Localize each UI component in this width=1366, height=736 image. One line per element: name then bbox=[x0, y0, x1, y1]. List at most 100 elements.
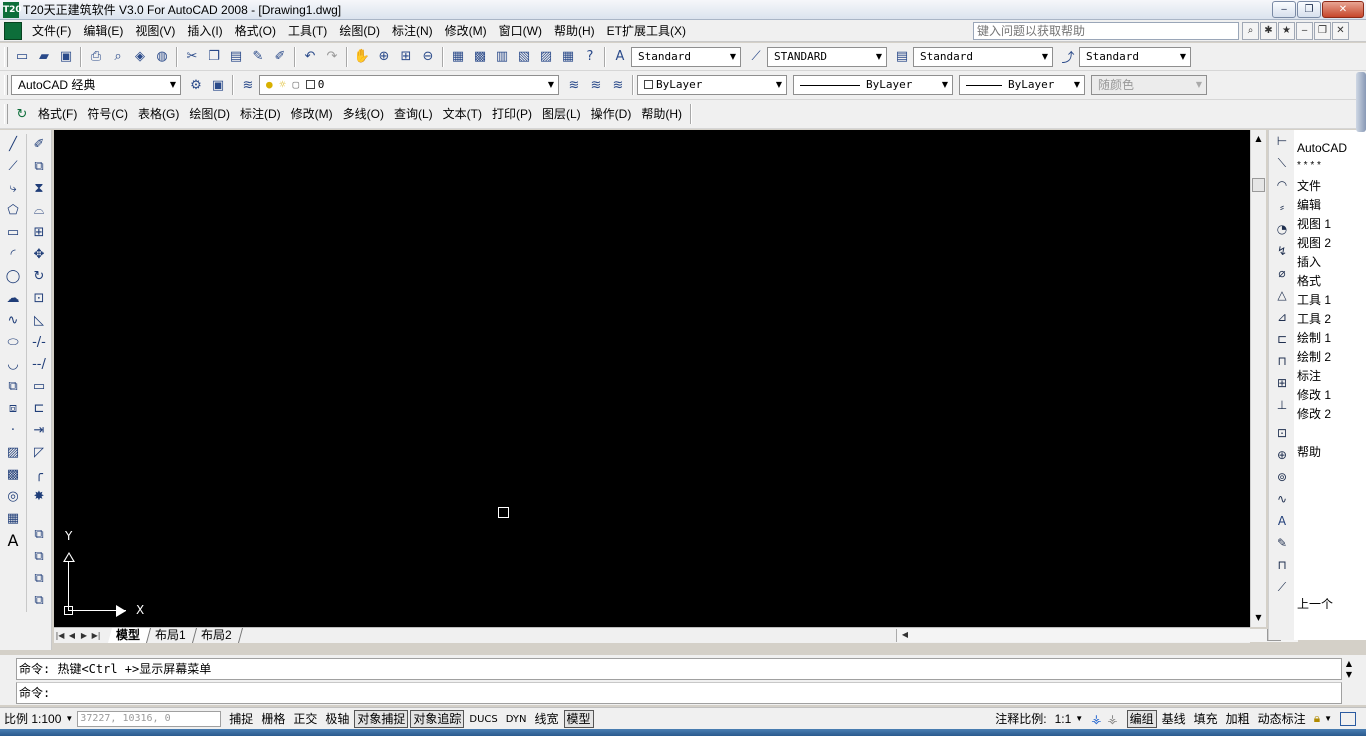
rotate-icon[interactable]: ↻ bbox=[27, 266, 51, 288]
screen-menu-draw1[interactable]: 绘制 1 bbox=[1297, 330, 1331, 346]
tab-layout1[interactable]: 布局1 bbox=[147, 628, 197, 643]
last-tab-icon[interactable]: ▶| bbox=[90, 629, 102, 643]
copy-object-icon[interactable]: ⧉ bbox=[27, 156, 51, 178]
jogged-dimension-icon[interactable]: ↯ bbox=[1270, 240, 1294, 262]
point-icon[interactable]: · bbox=[1, 420, 25, 442]
side-gadget-handle[interactable] bbox=[1356, 72, 1366, 132]
match-properties-icon[interactable]: ✎ bbox=[247, 46, 269, 68]
bold-toggle[interactable]: 加粗 bbox=[1223, 710, 1253, 728]
scroll-left-icon[interactable]: ◀ bbox=[899, 628, 911, 642]
bring-above-icon[interactable]: ⧉ bbox=[27, 590, 51, 612]
group-toggle[interactable]: 编组 bbox=[1126, 709, 1157, 728]
chevron-down-icon[interactable]: ▼ bbox=[1324, 714, 1332, 723]
array-icon[interactable]: ⊞ bbox=[27, 222, 51, 244]
tz-menu-symbol[interactable]: 符号(C) bbox=[82, 102, 133, 126]
break-icon[interactable]: ⊏ bbox=[27, 398, 51, 420]
chevron-down-icon[interactable]: ▼ bbox=[1075, 714, 1083, 723]
tianzheng-logo-icon[interactable]: ↻ bbox=[11, 103, 33, 125]
menu-dimension[interactable]: 标注(N) bbox=[386, 20, 439, 42]
layer-manager-icon[interactable]: ≋ bbox=[237, 74, 259, 96]
copy-icon[interactable]: ❐ bbox=[203, 46, 225, 68]
explode-icon[interactable]: ✸ bbox=[27, 486, 51, 508]
tool-palettes-icon[interactable]: ▥ bbox=[491, 46, 513, 68]
multileader-style-select[interactable]: Standard ▼ bbox=[1079, 46, 1191, 67]
tab-layout2[interactable]: 布局2 bbox=[192, 628, 243, 643]
join-icon[interactable]: ⇥ bbox=[27, 420, 51, 442]
tz-menu-operation[interactable]: 操作(D) bbox=[586, 102, 637, 126]
baseline-toggle[interactable]: 基线 bbox=[1159, 710, 1189, 728]
screen-menu-draw2[interactable]: 绘制 2 bbox=[1297, 349, 1331, 365]
offset-icon[interactable]: ⌓ bbox=[27, 200, 51, 222]
rectangle-icon[interactable]: ▭ bbox=[1, 222, 25, 244]
minimize-button[interactable]: ‒ bbox=[1272, 1, 1296, 18]
screen-menu-modify2[interactable]: 修改 2 bbox=[1297, 406, 1331, 422]
tz-menu-dimension[interactable]: 标注(D) bbox=[235, 102, 286, 126]
menu-file[interactable]: 文件(F) bbox=[26, 20, 77, 42]
help-icon[interactable]: ? bbox=[579, 46, 601, 68]
toolbar-grip[interactable] bbox=[4, 46, 8, 67]
otrack-toggle[interactable]: 对象追踪 bbox=[410, 709, 465, 728]
lineweight-select[interactable]: ByLayer ▼ bbox=[959, 75, 1085, 95]
tz-menu-print[interactable]: 打印(P) bbox=[487, 102, 537, 126]
print-preview-icon[interactable]: ⌕ bbox=[107, 46, 129, 68]
block-editor-icon[interactable]: ✐ bbox=[269, 46, 291, 68]
dimension-style-icon[interactable]: ⟋ bbox=[1270, 576, 1294, 598]
coordinate-display[interactable]: 37227, 10316, 0 bbox=[77, 710, 222, 727]
spline-icon[interactable]: ∿ bbox=[1, 310, 25, 332]
move-icon[interactable]: ✥ bbox=[27, 244, 51, 266]
print-icon[interactable]: ⎙ bbox=[85, 46, 107, 68]
workspace-select[interactable]: AutoCAD 经典 ▼ bbox=[11, 75, 181, 95]
multileader-style-icon[interactable]: ⤴ bbox=[1057, 46, 1079, 68]
tz-menu-table[interactable]: 表格(G) bbox=[133, 102, 184, 126]
screen-menu-modify1[interactable]: 修改 1 bbox=[1297, 387, 1331, 403]
scroll-down-icon[interactable]: ▼ bbox=[1251, 611, 1266, 625]
construction-line-icon[interactable]: ⟋ bbox=[1, 156, 25, 178]
redo-icon[interactable]: ↷ bbox=[321, 46, 343, 68]
dimension-text-edit-icon[interactable]: ✎ bbox=[1270, 532, 1294, 554]
aligned-dimension-icon[interactable]: ⟍ bbox=[1270, 152, 1294, 174]
tz-menu-query[interactable]: 查询(L) bbox=[389, 102, 438, 126]
dimension-update-icon[interactable]: ⊓ bbox=[1270, 554, 1294, 576]
document-icon[interactable] bbox=[4, 21, 22, 40]
screen-menu-edit[interactable]: 编辑 bbox=[1297, 197, 1321, 213]
dimension-space-icon[interactable]: ⊞ bbox=[1270, 372, 1294, 394]
next-tab-icon[interactable]: ▶ bbox=[78, 629, 90, 643]
chamfer-icon[interactable]: ◸ bbox=[27, 442, 51, 464]
tab-model[interactable]: 模型 bbox=[107, 628, 152, 643]
revision-cloud-icon[interactable]: ☁ bbox=[1, 288, 25, 310]
scroll-up-icon[interactable]: ▲ bbox=[1251, 132, 1266, 146]
tz-menu-help[interactable]: 帮助(H) bbox=[636, 102, 687, 126]
dimension-break-icon[interactable]: ⊥ bbox=[1270, 394, 1294, 416]
favorites-icon[interactable]: ★ bbox=[1278, 22, 1295, 40]
trim-icon[interactable]: -/- bbox=[27, 332, 51, 354]
menu-tools[interactable]: 工具(T) bbox=[282, 20, 333, 42]
lineweight-toggle[interactable]: 线宽 bbox=[532, 710, 562, 728]
dynamic-dimension-toggle[interactable]: 动态标注 bbox=[1255, 710, 1309, 728]
layer-states-icon[interactable]: ≋ bbox=[607, 74, 629, 96]
gradient-icon[interactable]: ▩ bbox=[1, 464, 25, 486]
osnap-toggle[interactable]: 对象捕捉 bbox=[354, 709, 409, 728]
model-toggle[interactable]: 模型 bbox=[563, 709, 594, 728]
mirror-icon[interactable]: ⧗ bbox=[27, 178, 51, 200]
pan-icon[interactable]: ✋ bbox=[351, 46, 373, 68]
command-input[interactable]: 命令: bbox=[16, 682, 1342, 704]
extend-icon[interactable]: --/ bbox=[27, 354, 51, 376]
dimension-edit-icon[interactable]: A bbox=[1270, 510, 1294, 532]
paste-icon[interactable]: ▤ bbox=[225, 46, 247, 68]
grid-toggle[interactable]: 栅格 bbox=[258, 710, 288, 728]
search-icon[interactable]: ⌕ bbox=[1242, 22, 1259, 40]
auto-scale-icon[interactable]: ⚶ bbox=[1107, 712, 1117, 726]
tz-menu-multiline[interactable]: 多线(O) bbox=[338, 102, 389, 126]
fill-toggle[interactable]: 填充 bbox=[1191, 710, 1221, 728]
screen-menu-tools1[interactable]: 工具 1 bbox=[1297, 292, 1331, 308]
3d-dwf-icon[interactable]: ◍ bbox=[151, 46, 173, 68]
ortho-toggle[interactable]: 正交 bbox=[290, 710, 320, 728]
prev-tab-icon[interactable]: ◀ bbox=[66, 629, 78, 643]
dyn-toggle[interactable]: DYN bbox=[503, 710, 530, 728]
color-select[interactable]: ByLayer ▼ bbox=[637, 75, 787, 95]
tz-menu-layer[interactable]: 图层(L) bbox=[537, 102, 586, 126]
doc-minimize-button[interactable]: ‒ bbox=[1296, 22, 1313, 40]
stretch-icon[interactable]: ◺ bbox=[27, 310, 51, 332]
screen-menu-dimension[interactable]: 标注 bbox=[1297, 368, 1321, 384]
send-to-back-icon[interactable]: ⧉ bbox=[27, 568, 51, 590]
